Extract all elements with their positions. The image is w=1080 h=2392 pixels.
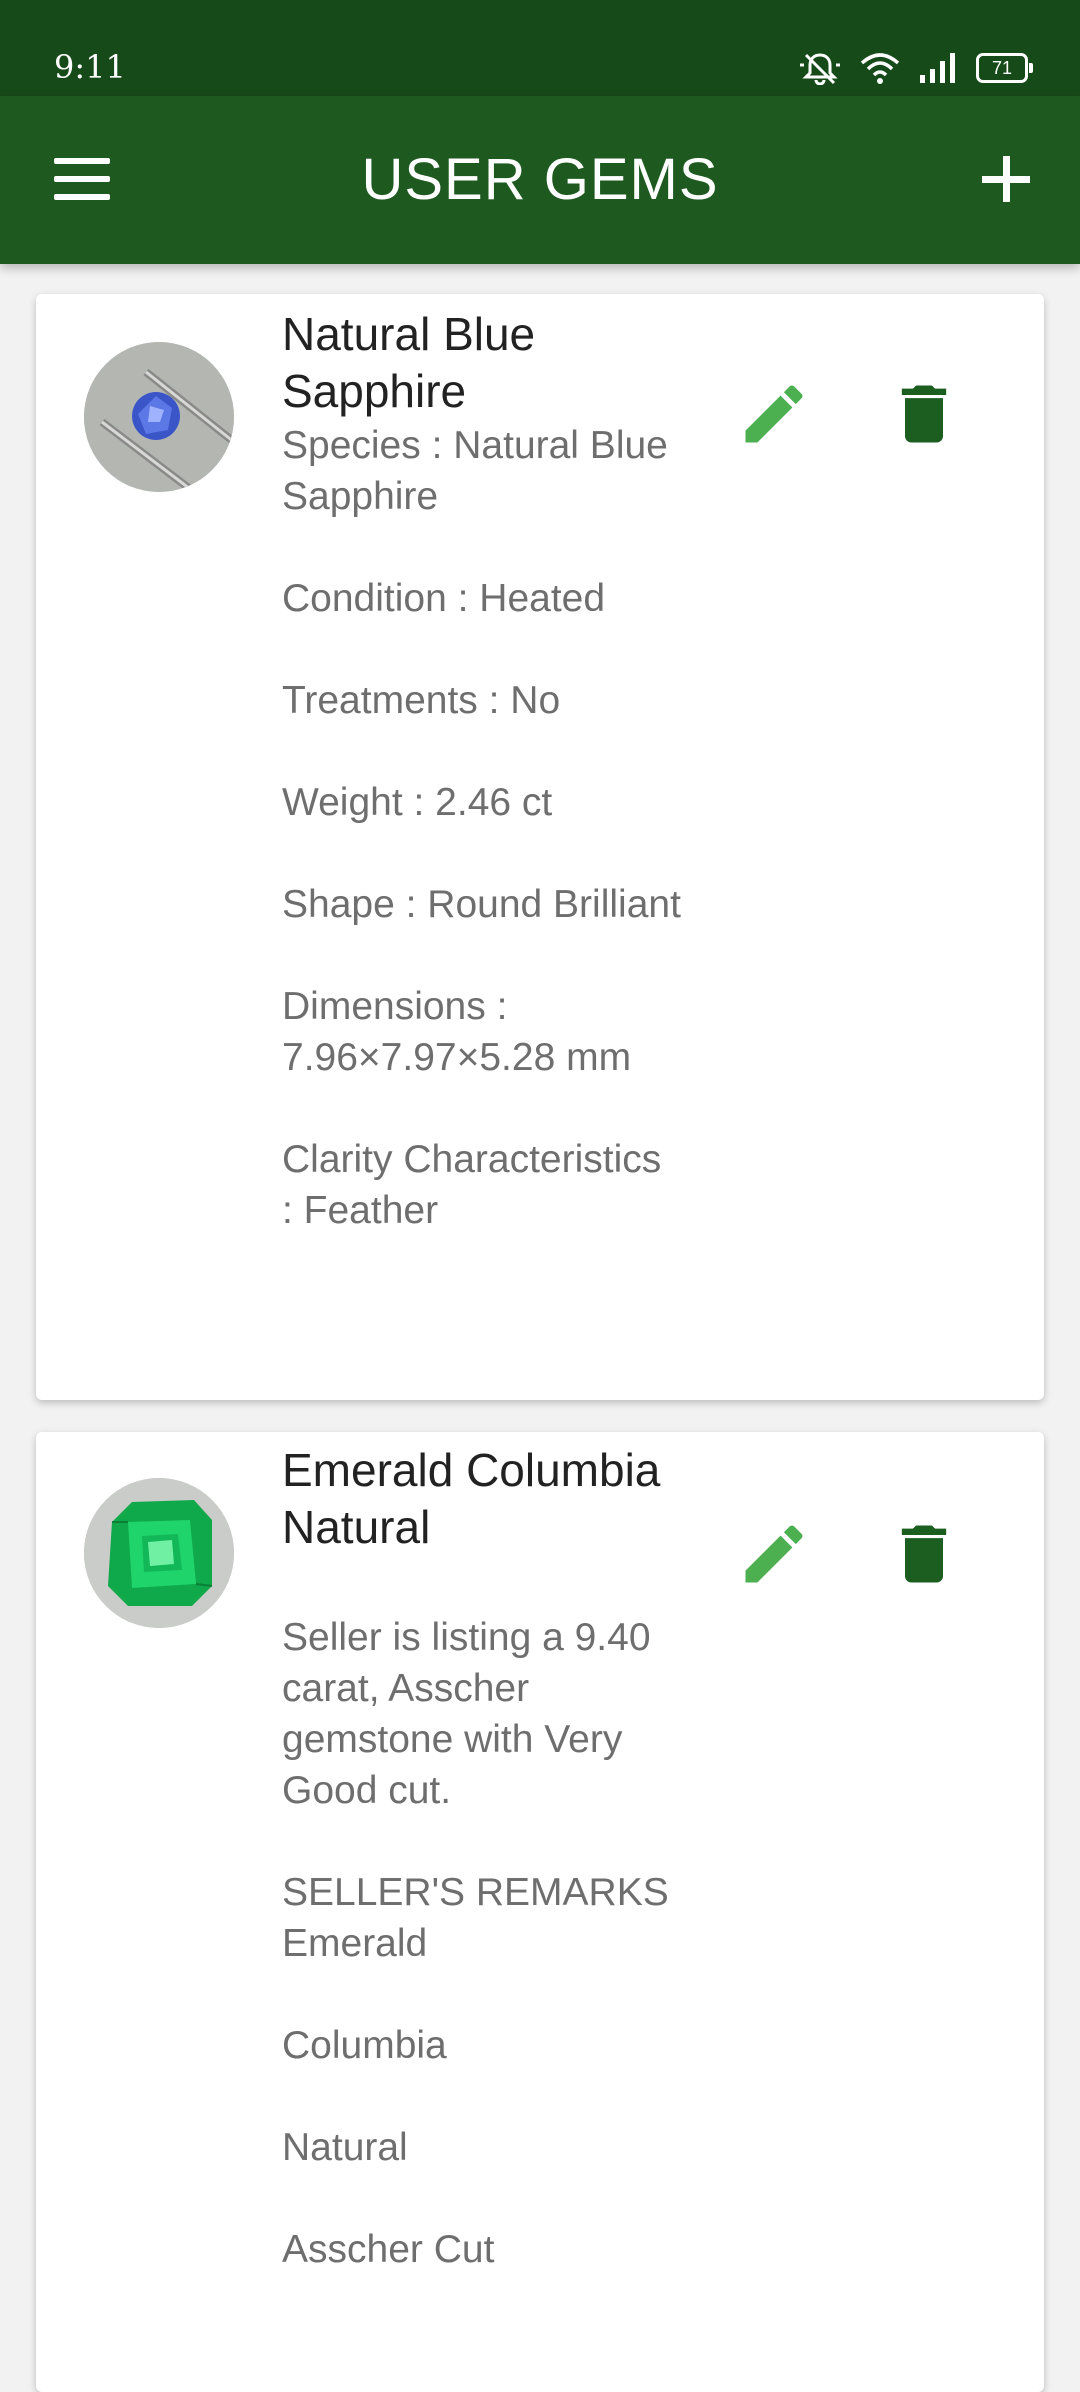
emerald-thumbnail [84, 1478, 234, 1628]
signal-icon [920, 53, 955, 83]
edit-button[interactable] [736, 1516, 812, 1592]
gem-title: Emerald Columbia Natural [282, 1444, 661, 1553]
trash-icon [901, 1525, 947, 1583]
mute-icon [800, 53, 840, 85]
status-icons: 71 [798, 48, 1033, 88]
status-bar: 9:11 71 [0, 0, 1080, 96]
gem-card[interactable]: Emerald Columbia Natural Seller is listi… [36, 1432, 1044, 2392]
gem-description: Seller is listing a 9.40 carat, Asscher … [282, 1616, 669, 2271]
app-bar: USER GEMS [0, 96, 1080, 264]
delete-button[interactable] [886, 1516, 962, 1592]
gem-card[interactable]: Natural Blue Sapphire Species : Natural … [36, 294, 1044, 1400]
gem-title: Natural Blue Sapphire [282, 308, 536, 417]
trash-icon [901, 385, 947, 443]
wifi-icon [860, 53, 900, 84]
delete-button[interactable] [886, 376, 962, 452]
gem-description: Species : Natural Blue Sapphire Conditio… [282, 424, 681, 1232]
pencil-icon [745, 1525, 803, 1583]
add-gem-button[interactable] [978, 150, 1034, 206]
battery-icon: 71 [976, 53, 1033, 83]
pencil-icon [745, 385, 803, 443]
page-title: USER GEMS [361, 147, 719, 212]
sapphire-thumbnail [84, 342, 234, 492]
edit-button[interactable] [736, 376, 812, 452]
status-time: 9:11 [54, 48, 126, 86]
